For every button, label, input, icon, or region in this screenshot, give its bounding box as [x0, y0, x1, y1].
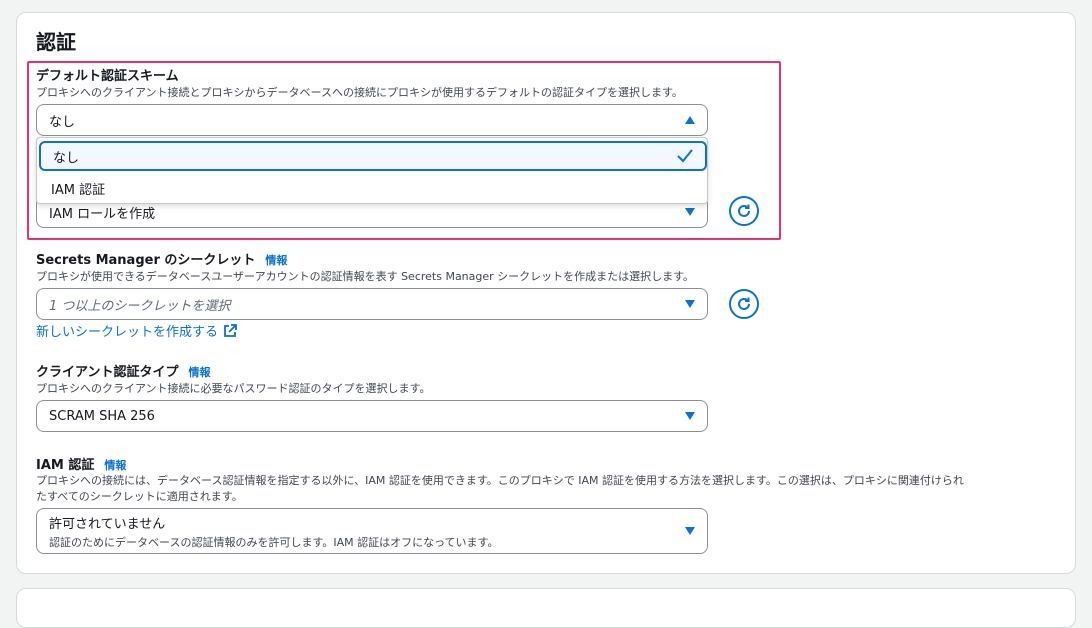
option-iam-auth-label: IAM 認証 [51, 182, 106, 198]
secrets-label-row: Secrets Manager のシークレット 情報 [36, 249, 287, 268]
caret-down-icon [685, 412, 695, 420]
secrets-info-link[interactable]: 情報 [265, 254, 287, 267]
checkmark-icon [677, 149, 693, 163]
secrets-placeholder: 1 つ以上のシークレットを選択 [49, 298, 231, 314]
client-auth-value: SCRAM SHA 256 [49, 408, 155, 424]
iam-auth-value-description: 認証のためにデータベースの認証情報のみを許可します。IAM 認証はオフになってい… [49, 535, 499, 549]
client-auth-description: プロキシへのクライアント接続に必要なパスワード認証のタイプを選択します。 [36, 382, 431, 395]
option-none[interactable]: なし [39, 141, 707, 171]
default-scheme-dropdown: なし IAM 認証 [36, 137, 708, 204]
section-title: 認証 [36, 30, 76, 54]
default-scheme-value: なし [49, 114, 76, 130]
create-secret-link[interactable]: 新しいシークレットを作成する [36, 321, 218, 340]
refresh-iam-role-button[interactable] [729, 196, 759, 226]
default-scheme-description: プロキシへのクライアント接続とプロキシからデータベースへの接続にプロキシが使用す… [36, 86, 683, 99]
iam-auth-select[interactable]: 許可されていません 認証のためにデータベースの認証情報のみを許可します。IAM … [36, 508, 708, 554]
client-auth-info-link[interactable]: 情報 [188, 366, 210, 379]
default-scheme-select[interactable]: なし [36, 104, 708, 136]
iam-auth-value-block: 許可されていません 認証のためにデータベースの認証情報のみを許可します。IAM … [49, 513, 685, 550]
caret-down-icon [685, 300, 695, 308]
iam-auth-description-line2: たすべてのシークレットに適用されます。 [36, 490, 243, 503]
caret-up-icon [685, 116, 695, 124]
option-iam-auth[interactable]: IAM 認証 [39, 173, 707, 203]
option-none-label: なし [53, 150, 80, 166]
refresh-icon [738, 204, 750, 217]
iam-auth-label-row: IAM 認証 情報 [36, 454, 126, 473]
caret-down-icon [685, 208, 695, 216]
client-auth-select[interactable]: SCRAM SHA 256 [36, 400, 708, 432]
iam-auth-description-line1: プロキシへの接続には、データベース認証情報を指定する以外に、IAM 認証を使用で… [36, 474, 964, 487]
client-auth-label-row: クライアント認証タイプ 情報 [36, 361, 210, 380]
secrets-select[interactable]: 1 つ以上のシークレットを選択 [36, 288, 708, 320]
iam-auth-info-link[interactable]: 情報 [104, 459, 126, 472]
secrets-label: Secrets Manager のシークレット [36, 253, 256, 268]
next-panel [16, 588, 1076, 628]
refresh-icon [738, 297, 750, 310]
create-secret-link-row[interactable]: 新しいシークレットを作成する [36, 321, 237, 340]
refresh-secrets-button[interactable] [729, 289, 759, 319]
iam-auth-value: 許可されていません [49, 516, 166, 532]
client-auth-label: クライアント認証タイプ [36, 365, 179, 380]
iam-role-value: IAM ロールを作成 [49, 206, 156, 222]
caret-down-icon [685, 527, 695, 535]
default-scheme-label: デフォルト認証スキーム [36, 69, 179, 84]
external-link-icon [224, 323, 237, 337]
iam-auth-label: IAM 認証 [36, 458, 95, 473]
secrets-description: プロキシが使用できるデータベースユーザーアカウントの認証情報を表す Secret… [36, 270, 695, 283]
